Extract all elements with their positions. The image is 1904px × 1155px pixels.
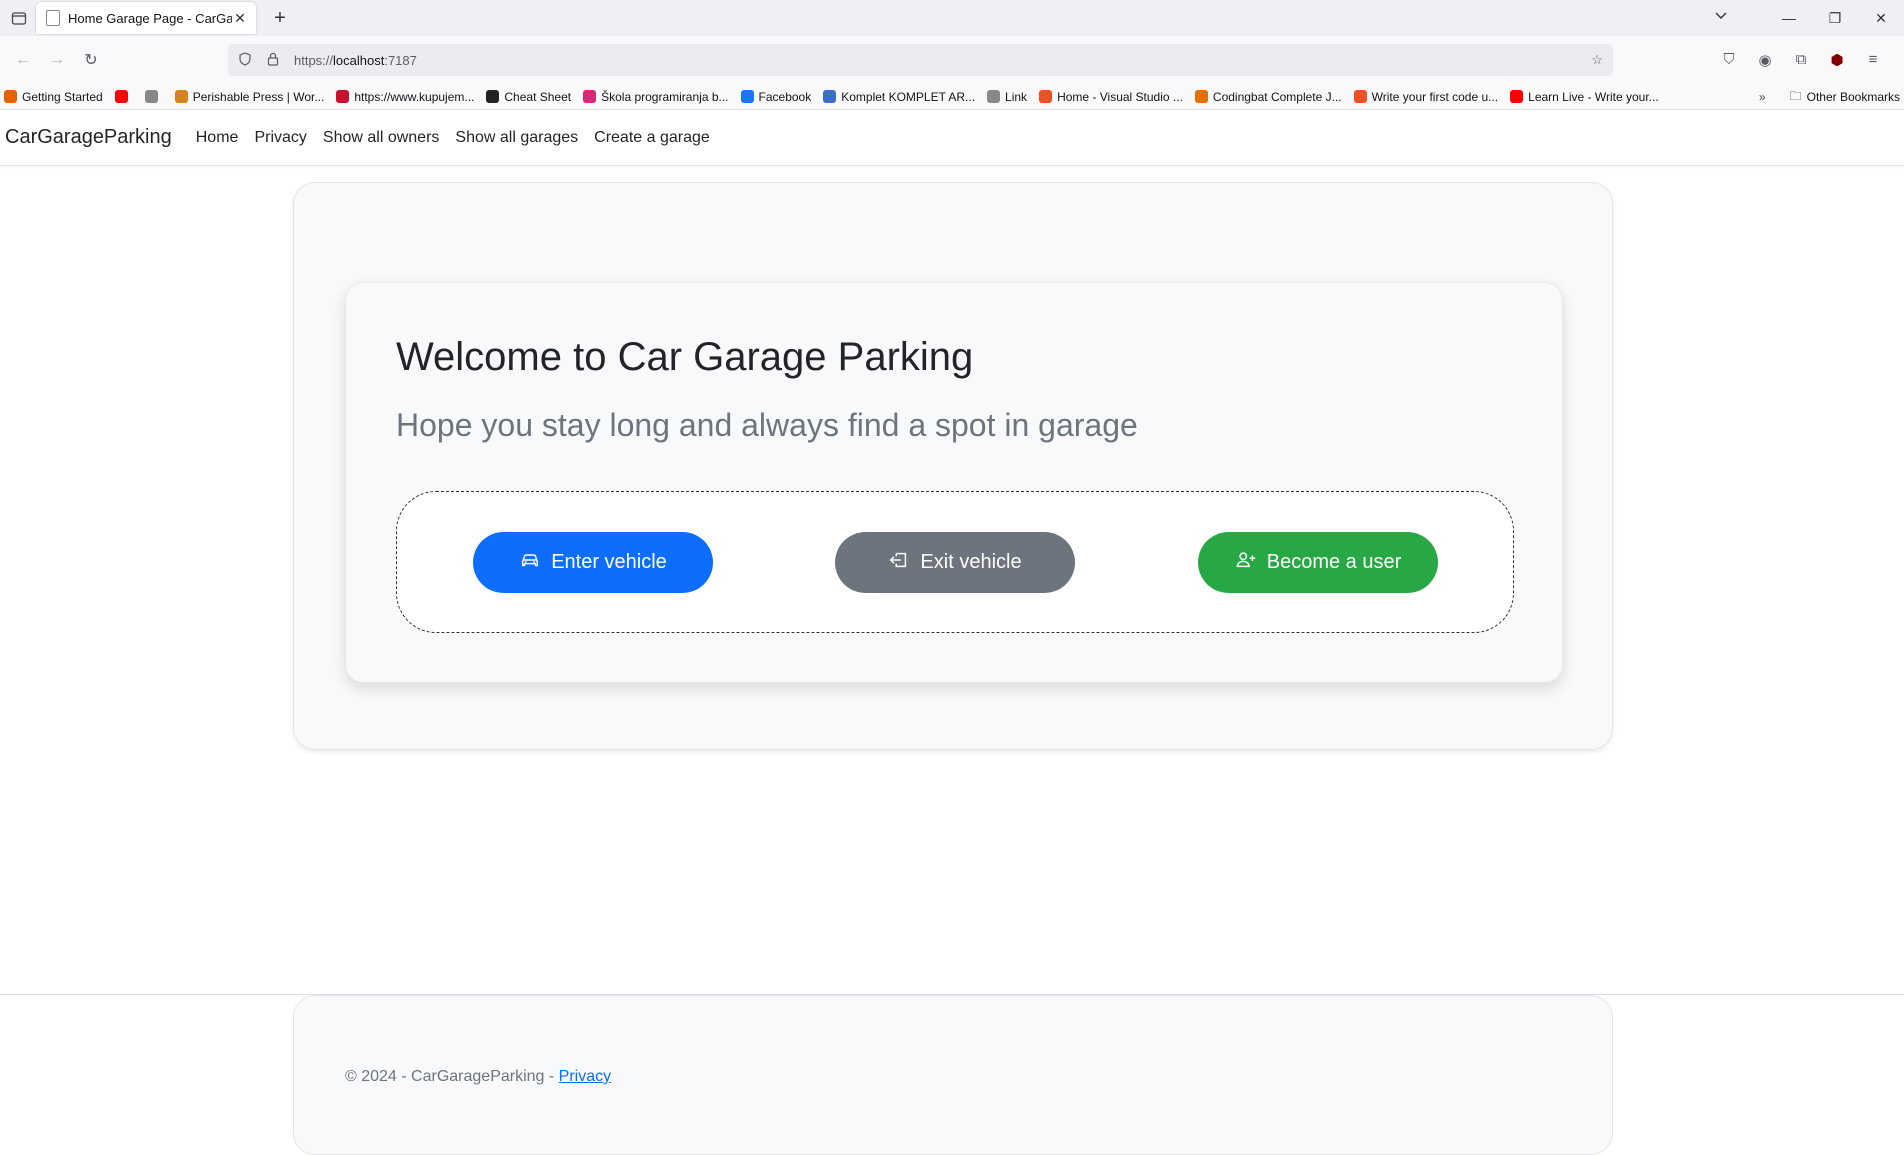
bookmark-favicon-icon	[583, 90, 597, 103]
exit-vehicle-label: Exit vehicle	[920, 551, 1022, 573]
new-tab-icon[interactable]: +	[266, 4, 294, 32]
bookmark-favicon-icon	[823, 90, 837, 103]
footer: © 2024 - CarGarageParking - Privacy	[293, 995, 1613, 1155]
browser-tab[interactable]: Home Garage Page - CarGarage ✕	[36, 2, 256, 34]
browser-toolbar: ← → ↻ https://localhost:7187 ☆ ⛉ ◉ ⧉ ⬢ ≡	[0, 36, 1904, 84]
bookmark-favicon-icon	[4, 90, 17, 103]
bookmark-item[interactable]: Learn Live - Write your...	[1510, 90, 1659, 104]
enter-vehicle-button[interactable]: Enter vehicle	[473, 532, 713, 593]
footer-privacy-link[interactable]: Privacy	[559, 1068, 611, 1085]
bookmark-favicon-icon	[486, 90, 500, 103]
restore-icon[interactable]: ❐	[1812, 10, 1858, 27]
nav-link-garages[interactable]: Show all garages	[455, 129, 578, 147]
bookmark-item[interactable]: Codingbat Complete J...	[1194, 89, 1342, 104]
bookmark-favicon-icon	[1194, 90, 1208, 103]
car-icon	[519, 549, 541, 577]
bookmarks-right: » 🗀 Other Bookmarks	[1759, 84, 1900, 110]
other-bookmarks[interactable]: Other Bookmarks	[1807, 90, 1900, 104]
nav-link-privacy[interactable]: Privacy	[254, 129, 306, 147]
become-user-label: Become a user	[1266, 551, 1402, 573]
account-icon[interactable]: ◉	[1749, 51, 1781, 69]
bookmark-favicon-icon	[1039, 90, 1053, 103]
copyright-text: © 2024 - CarGarageParking -	[345, 1068, 559, 1085]
browser-chrome: Home Garage Page - CarGarage ✕ + — ❐ ✕ ←…	[0, 0, 1904, 110]
welcome-card: Welcome to Car Garage Parking Hope you s…	[345, 282, 1563, 683]
action-group: Enter vehicle Exit vehicle Become a user	[396, 491, 1514, 633]
close-window-icon[interactable]: ✕	[1858, 10, 1904, 27]
bookmark-item[interactable]: Cheat Sheet	[486, 90, 571, 104]
page-icon	[46, 10, 60, 26]
menu-icon[interactable]: ≡	[1857, 51, 1889, 69]
bookmark-label: Learn Live - Write your...	[1528, 89, 1659, 104]
bookmark-item[interactable]: Škola programiranja b...	[583, 89, 729, 104]
nav-link-owners[interactable]: Show all owners	[323, 129, 440, 147]
bookmark-item[interactable]	[144, 90, 163, 103]
bookmark-item[interactable]: Write your first code u...	[1353, 89, 1499, 104]
bookmarks-bar: Getting Started Perishable Press | Wor...…	[0, 84, 1904, 110]
bookmark-favicon-icon	[987, 90, 1001, 103]
bookmark-label: Škola programiranja b...	[601, 89, 729, 104]
bookmark-item[interactable]: Perishable Press | Wor...	[174, 89, 325, 104]
bookmark-favicon-icon	[114, 90, 128, 103]
forward-icon[interactable]: →	[40, 43, 74, 77]
bookmark-item[interactable]: Facebook	[740, 89, 812, 104]
person-plus-icon	[1235, 549, 1257, 577]
nav-link-create-garage[interactable]: Create a garage	[594, 129, 710, 147]
bookmark-label: Link	[1005, 89, 1028, 104]
bookmark-favicon-icon	[1510, 90, 1524, 103]
back-icon[interactable]: ←	[6, 43, 40, 77]
bookmark-favicon-icon	[144, 90, 158, 103]
reload-icon[interactable]: ↻	[74, 43, 108, 77]
lock-icon[interactable]	[266, 52, 286, 69]
folder-icon: 🗀	[1789, 88, 1802, 103]
extensions-icon[interactable]: ⧉	[1785, 51, 1817, 69]
bookmark-label: Getting Started	[22, 89, 103, 104]
nav-link-home[interactable]: Home	[196, 129, 239, 147]
shield-icon[interactable]	[238, 51, 258, 69]
site-navbar: CarGarageParking Home Privacy Show all o…	[0, 110, 1904, 166]
tab-title: Home Garage Page - CarGarage	[68, 10, 232, 26]
bookmark-item[interactable]: Komplet KOMPLET AR...	[823, 90, 975, 104]
url-bar[interactable]: https://localhost:7187 ☆	[228, 44, 1613, 76]
minimize-icon[interactable]: —	[1766, 10, 1812, 26]
tab-strip: Home Garage Page - CarGarage ✕ + — ❐ ✕	[0, 0, 1904, 36]
chevron-down-icon[interactable]	[1714, 8, 1728, 27]
main-container: Welcome to Car Garage Parking Hope you s…	[293, 182, 1613, 750]
footer-text: © 2024 - CarGarageParking - Privacy	[345, 1068, 611, 1086]
bookmark-item[interactable]: Link	[987, 90, 1027, 104]
bookmark-label: Codingbat Complete J...	[1212, 89, 1342, 104]
tab-list-icon[interactable]	[6, 5, 32, 31]
bookmark-label: Write your first code u...	[1371, 89, 1499, 104]
page-subtitle: Hope you stay long and always find a spo…	[396, 407, 1138, 443]
page-title: Welcome to Car Garage Parking	[396, 335, 974, 379]
bookmark-item[interactable]	[114, 90, 133, 103]
more-bookmarks-icon[interactable]: »	[1759, 90, 1766, 104]
bookmark-label: https://www.kupujem...	[354, 89, 475, 104]
bookmark-favicon-icon	[1353, 90, 1367, 103]
bookmark-label: Home - Visual Studio ...	[1057, 89, 1183, 104]
toolbar-right: ⛉ ◉ ⧉ ⬢ ≡	[1713, 51, 1889, 69]
bookmark-item[interactable]: Getting Started	[4, 90, 103, 104]
ublock-icon[interactable]: ⬢	[1821, 51, 1853, 69]
bookmark-favicon-icon	[174, 90, 188, 103]
pocket-icon[interactable]: ⛉	[1713, 51, 1745, 69]
star-icon[interactable]: ☆	[1591, 52, 1603, 68]
url-text: https://localhost:7187	[294, 52, 417, 68]
bookmark-label: Cheat Sheet	[504, 89, 572, 104]
become-user-button[interactable]: Become a user	[1198, 532, 1438, 593]
close-tab-icon[interactable]: ✕	[232, 10, 248, 27]
site-brand[interactable]: CarGarageParking	[5, 126, 172, 149]
exit-vehicle-button[interactable]: Exit vehicle	[835, 532, 1075, 593]
bookmark-label: Facebook	[758, 89, 812, 104]
bookmark-item[interactable]: https://www.kupujem...	[336, 90, 474, 104]
bookmark-label: Perishable Press | Wor...	[192, 89, 325, 104]
bookmark-favicon-icon	[336, 90, 350, 103]
bookmark-item[interactable]: Home - Visual Studio ...	[1039, 90, 1183, 104]
bookmark-favicon-icon	[740, 90, 754, 103]
enter-vehicle-label: Enter vehicle	[551, 551, 667, 573]
box-arrow-left-icon	[888, 549, 910, 577]
bookmark-label: Komplet KOMPLET AR...	[841, 89, 976, 104]
window-controls: — ❐ ✕	[1766, 0, 1904, 36]
